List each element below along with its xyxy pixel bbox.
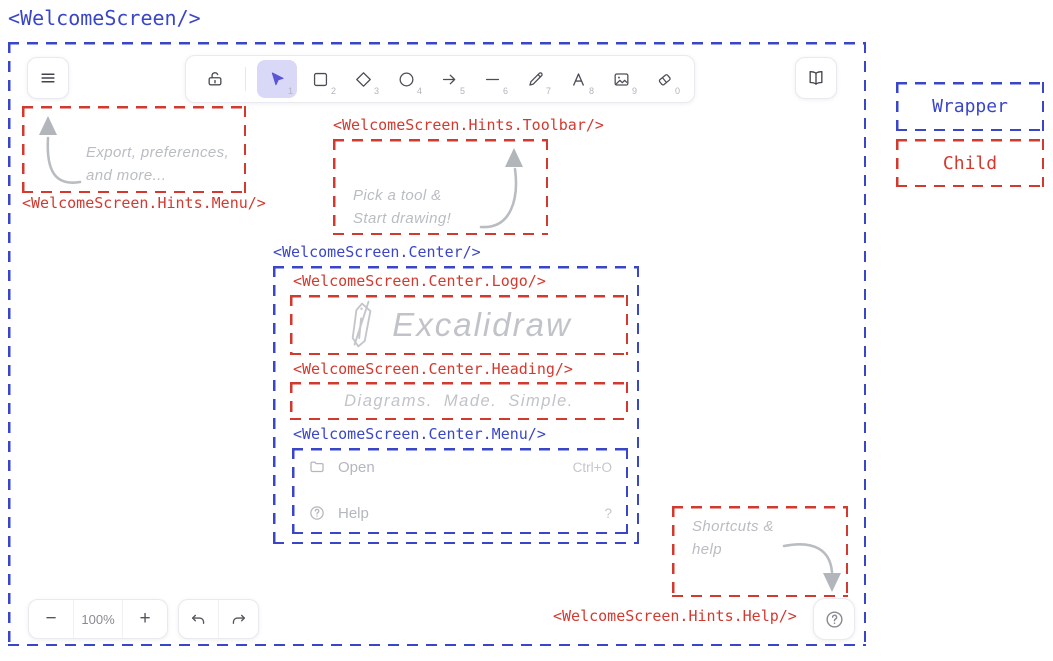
- excalidraw-logo-text: Excalidraw: [392, 306, 572, 344]
- tool-shortcut: 4: [417, 86, 422, 96]
- center-label: <WelcomeScreen.Center/>: [273, 243, 481, 261]
- hint-menu-text: Export, preferences, and more...: [86, 142, 229, 187]
- legend-child-box: Child: [896, 139, 1044, 187]
- excalidraw-pencil-logo-icon: [346, 298, 378, 352]
- tool-shortcut: 2: [331, 86, 336, 96]
- eraser-icon: [655, 70, 674, 89]
- legend-wrapper-label: Wrapper: [932, 96, 1008, 117]
- menu-item-shortcut: Ctrl+O: [573, 460, 612, 475]
- menu-item-open[interactable]: Open Ctrl+O: [308, 458, 612, 476]
- hamburger-icon: [38, 68, 58, 88]
- tool-text[interactable]: 8: [558, 60, 598, 98]
- menu-item-label: Help: [338, 505, 369, 522]
- tool-selection[interactable]: 1: [257, 60, 297, 98]
- menu-item-label: Open: [338, 459, 375, 476]
- undo-redo-controls: [178, 599, 259, 639]
- hints-toolbar-label: <WelcomeScreen.Hints.Toolbar/>: [333, 116, 604, 134]
- tool-shortcut: 5: [460, 86, 465, 96]
- tool-shortcut: 1: [288, 86, 293, 96]
- menu-item-shortcut: ?: [604, 506, 612, 521]
- excalidraw-logo: Excalidraw: [290, 295, 628, 355]
- center-heading-box: Diagrams. Made. Simple.: [290, 382, 628, 420]
- lock-tool-button[interactable]: [196, 60, 234, 98]
- sketch-arrow-up: [463, 143, 533, 233]
- tool-shortcut: 9: [632, 86, 637, 96]
- library-button[interactable]: [795, 57, 837, 99]
- zoom-level[interactable]: 100%: [73, 600, 123, 638]
- hints-help-label: <WelcomeScreen.Hints.Help/>: [553, 607, 797, 625]
- diamond-icon: [354, 70, 373, 89]
- hint-menu-box: Export, preferences, and more...: [22, 106, 246, 193]
- center-menu-label: <WelcomeScreen.Center.Menu/>: [293, 425, 546, 443]
- question-circle-icon: [308, 504, 326, 522]
- tool-eraser[interactable]: 0: [644, 60, 684, 98]
- book-icon: [806, 68, 826, 88]
- welcome-center: <WelcomeScreen.Center.Logo/> Excalidraw …: [273, 266, 639, 544]
- hint-help-box: Shortcuts & help: [672, 506, 848, 597]
- hint-help-text: Shortcuts & help: [692, 516, 774, 561]
- image-icon: [612, 70, 631, 89]
- hints-menu-label: <WelcomeScreen.Hints.Menu/>: [22, 194, 266, 212]
- help-button[interactable]: [813, 598, 855, 640]
- legend-wrapper-box: Wrapper: [896, 82, 1044, 131]
- tool-shortcut: 3: [374, 86, 379, 96]
- circle-icon: [397, 70, 416, 89]
- tool-shortcut: 0: [675, 86, 680, 96]
- cursor-icon: [268, 70, 287, 89]
- arrow-right-icon: [440, 70, 459, 89]
- toolbar-divider: [245, 67, 246, 91]
- unlocked-padlock-icon: [205, 69, 225, 89]
- redo-button[interactable]: [219, 600, 258, 638]
- tool-ellipse[interactable]: 4: [386, 60, 426, 98]
- center-heading-text: Diagrams. Made. Simple.: [290, 382, 628, 420]
- legend-child-label: Child: [943, 153, 997, 174]
- center-menu: Open Ctrl+O Help ?: [292, 448, 628, 534]
- zoom-controls: − 100% +: [28, 599, 168, 639]
- center-logo-label: <WelcomeScreen.Center.Logo/>: [293, 272, 546, 290]
- sketch-arrow-down: [772, 532, 844, 596]
- tool-image[interactable]: 9: [601, 60, 641, 98]
- tool-shortcut: 7: [546, 86, 551, 96]
- excalidraw-canvas[interactable]: 1 2 3 4: [8, 42, 866, 646]
- zoom-in-button[interactable]: +: [123, 600, 167, 638]
- square-icon: [311, 70, 330, 89]
- question-circle-icon: [824, 609, 845, 630]
- line-icon: [483, 70, 502, 89]
- tool-rectangle[interactable]: 2: [300, 60, 340, 98]
- hint-toolbar-box: Pick a tool & Start drawing!: [333, 139, 548, 235]
- folder-icon: [308, 458, 326, 476]
- toolbar: 1 2 3 4: [185, 55, 695, 103]
- tool-draw[interactable]: 7: [515, 60, 555, 98]
- letter-a-icon: [569, 70, 588, 89]
- tool-line[interactable]: 6: [472, 60, 512, 98]
- hint-toolbar-text: Pick a tool & Start drawing!: [353, 185, 451, 230]
- tool-arrow[interactable]: 5: [429, 60, 469, 98]
- center-logo-box: Excalidraw: [290, 295, 628, 355]
- pencil-icon: [526, 70, 545, 89]
- tool-diamond[interactable]: 3: [343, 60, 383, 98]
- undo-arrow-icon: [189, 610, 208, 629]
- undo-button[interactable]: [179, 600, 219, 638]
- center-heading-label: <WelcomeScreen.Center.Heading/>: [293, 360, 573, 378]
- tool-shortcut: 6: [503, 86, 508, 96]
- zoom-out-button[interactable]: −: [29, 600, 73, 638]
- main-menu-button[interactable]: [27, 57, 69, 99]
- menu-item-help[interactable]: Help ?: [308, 504, 612, 522]
- tool-shortcut: 8: [589, 86, 594, 96]
- page: <WelcomeScreen/> 1: [0, 0, 1053, 661]
- redo-arrow-icon: [229, 610, 248, 629]
- welcomescreen-root-label: <WelcomeScreen/>: [8, 6, 201, 30]
